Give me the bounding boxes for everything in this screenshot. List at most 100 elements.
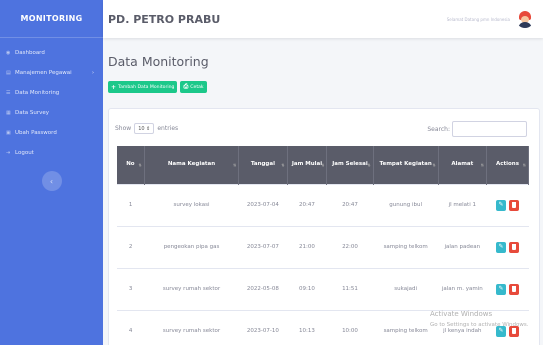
actions-cell: ✎ <box>486 183 529 226</box>
edit-button[interactable]: ✎ <box>495 199 506 211</box>
dashboard-icon: ◉ <box>6 50 11 56</box>
table-cell: jl melati 1 <box>438 183 487 226</box>
table-cell: gunung ibul <box>373 183 439 226</box>
sort-icon: ⇅ <box>281 162 285 168</box>
show-label: Show <box>115 125 132 132</box>
sidebar-item-label: Data Monitoring <box>15 90 60 96</box>
action-buttons: + Tambah Data Monitoring ⎙ Cetak <box>108 81 207 93</box>
entries-label: entries <box>157 125 179 132</box>
sort-icon: ⇅ <box>432 162 436 168</box>
table-cell: 22:00 <box>326 225 374 268</box>
entries-select[interactable]: 10 ⇕ <box>134 123 155 134</box>
avatar[interactable] <box>516 10 534 28</box>
table-cell: sukajadi <box>373 267 439 310</box>
table-cell: 11:51 <box>326 267 374 310</box>
avatar-body <box>518 22 532 28</box>
delete-button[interactable] <box>508 283 519 295</box>
table-cell: survey lokasi <box>144 183 239 226</box>
sidebar-item-ubah-password[interactable]: ▣ Ubah Password <box>0 123 103 143</box>
sidebar-item-label: Logout <box>15 150 34 156</box>
column-header-nama-kegiatan[interactable]: Nama Kegiatan ⇅ <box>144 146 240 184</box>
column-header-label: Jam Mulai <box>291 161 323 168</box>
sidebar-item-dashboard[interactable]: ◉ Dashboard <box>0 43 103 63</box>
column-header-label: Tanggal <box>250 161 275 168</box>
column-header-jam-selesai[interactable]: Jam Selesai ⇅ <box>326 146 374 184</box>
chevron-right-icon: › <box>92 70 94 76</box>
logout-icon: ⇥ <box>6 150 11 156</box>
survey-icon: ▦ <box>6 110 11 116</box>
search-input[interactable] <box>452 121 527 137</box>
trash-icon <box>511 202 516 208</box>
sort-icon: ⇅ <box>321 162 325 168</box>
watermark-subtitle: Go to Settings to activate Windows. <box>430 321 529 328</box>
sidebar-item-label: Ubah Password <box>15 130 57 136</box>
sort-icon: ⇅ <box>232 162 237 168</box>
sidebar: MONITORING ◉ Dashboard ▤ Manajemen Pegaw… <box>0 0 103 345</box>
sidebar-item-manajemen-pegawai[interactable]: ▤ Manajemen Pegawai › <box>0 63 103 83</box>
watermark-title: Activate Windows <box>430 310 493 318</box>
table-cell: 20:47 <box>326 183 374 226</box>
table-cell: pengeokan pipa gas <box>144 225 239 268</box>
table-cell: 2023-07-04 <box>238 183 288 226</box>
row-actions: ✎ <box>486 241 528 253</box>
search-label: Search: <box>427 125 450 133</box>
column-header-jam-mulai[interactable]: Jam Mulai ⇅ <box>287 146 328 184</box>
table-cell: jalan m. yamin <box>438 267 487 310</box>
table-cell: 2023-07-10 <box>238 309 288 345</box>
sidebar-brand[interactable]: MONITORING <box>0 0 103 38</box>
table-cell: 2023-07-07 <box>238 225 288 268</box>
column-header-tempat-kegiatan[interactable]: Tempat Kegiatan ⇅ <box>373 146 439 184</box>
add-monitoring-label: Tambah Data Monitoring <box>118 84 175 90</box>
print-button[interactable]: ⎙ Cetak <box>180 81 207 93</box>
sidebar-toggle-button[interactable]: ‹ <box>41 171 62 191</box>
row-actions: ✎ <box>486 283 528 295</box>
actions-cell: ✎ <box>486 267 529 310</box>
sidebar-item-data-survey[interactable]: ▦ Data Survey <box>0 103 103 123</box>
sort-icon: ⇅ <box>138 162 142 168</box>
delete-button[interactable] <box>508 241 519 253</box>
sidebar-item-label: Data Survey <box>15 110 50 116</box>
table-cell: 4 <box>117 309 145 345</box>
table-cell: 2 <box>117 225 145 268</box>
sort-icon: ⇅ <box>480 162 484 168</box>
users-icon: ▤ <box>6 70 11 76</box>
edit-icon: ✎ <box>498 285 504 293</box>
sort-icon: ⇅ <box>367 162 371 168</box>
table-header-row: No ⇅ Nama Kegiatan ⇅ Tanggal ⇅ Jam Mulai ⇅ J… <box>117 146 530 184</box>
trash-icon <box>511 286 516 292</box>
table-cell: 10:00 <box>326 309 374 345</box>
column-header-alamat[interactable]: Alamat ⇅ <box>438 146 487 184</box>
company-title: PD. PETRO PRABU <box>108 12 221 26</box>
add-monitoring-button[interactable]: + Tambah Data Monitoring <box>108 81 178 93</box>
sidebar-item-data-monitoring[interactable]: ☰ Data Monitoring <box>0 83 103 103</box>
sidebar-item-logout[interactable]: ⇥ Logout <box>0 143 103 163</box>
table-cell: survey rumah sektor <box>144 267 239 310</box>
column-header-label: Nama Kegiatan <box>167 161 216 168</box>
column-header-label: Jam Selesai <box>332 161 368 168</box>
select-arrow-icon: ⇕ <box>144 125 151 132</box>
search-control: Search: <box>427 121 527 137</box>
column-header-no[interactable]: No ⇅ <box>117 146 145 184</box>
table-row: 3 survey rumah sektor 2022-05-08 09:10 11:51… <box>117 267 529 310</box>
print-label: Cetak <box>190 84 204 90</box>
welcome-text: Selamat Datang pmn Indonesia <box>446 16 510 22</box>
table-cell: survey rumah sektor <box>144 309 239 345</box>
trash-icon <box>511 244 516 250</box>
column-header-label: Tempat Kegiatan <box>379 161 432 168</box>
table-cell: samping telkom <box>373 225 439 268</box>
delete-button[interactable] <box>508 199 519 211</box>
column-header-label: Actions <box>495 161 519 168</box>
column-header-label: Alamat <box>451 161 474 168</box>
edit-button[interactable]: ✎ <box>495 241 506 253</box>
sidebar-item-label: Dashboard <box>15 50 45 56</box>
list-icon: ☰ <box>6 90 11 96</box>
edit-button[interactable]: ✎ <box>495 283 506 295</box>
activation-watermark: Activate Windows Go to Settings to activ… <box>430 309 529 330</box>
column-header-tanggal[interactable]: Tanggal ⇅ <box>238 146 288 184</box>
table-cell: 1 <box>117 183 145 226</box>
table-cell: 10:13 <box>287 309 327 345</box>
page-title: Data Monitoring <box>108 54 209 69</box>
table-cell: 09:10 <box>287 267 327 310</box>
printer-icon: ⎙ <box>183 83 189 90</box>
column-header-actions[interactable]: Actions ⇅ <box>486 146 530 184</box>
